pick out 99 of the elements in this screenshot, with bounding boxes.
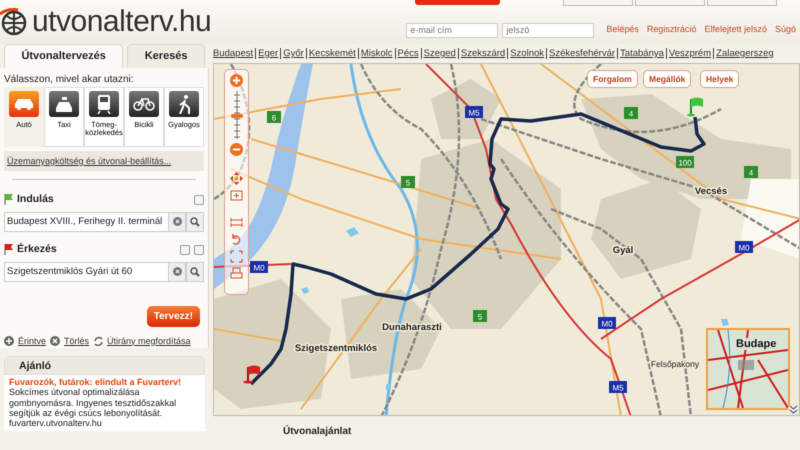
road-number-sign: 4 [744, 166, 758, 178]
collapse-button[interactable] [194, 244, 204, 255]
map-layer-button[interactable]: Helyek [700, 70, 740, 88]
site-logo[interactable]: utvonalterv.hu [32, 7, 212, 37]
address-field[interactable]: Szigetszentmiklós Gyári út 60 [4, 262, 168, 282]
city-link[interactable]: Székesfehérvár [546, 48, 618, 59]
clear-icon [172, 217, 182, 226]
fullscreen-button[interactable] [230, 250, 243, 263]
road-number-sign: M5 [465, 106, 483, 118]
action-link[interactable]: Érintve [18, 334, 46, 348]
action-link[interactable]: Törlés [64, 334, 90, 348]
road-number-sign: 6 [267, 111, 281, 123]
add-button[interactable] [180, 244, 190, 255]
walking-person-icon [178, 94, 190, 114]
city-link[interactable]: Miskolc [358, 48, 394, 59]
settings-link[interactable]: Üzemanyagköltség és útvonal-beállítás... [4, 151, 204, 171]
promo-text: Sokcímes útvonal optimalizálása gombnyomásra. Ingyenes tesztidőszakkal segítjük az évégi csúcs lebonyolítását. [9, 387, 178, 418]
slider-thumb[interactable] [230, 114, 242, 118]
city-link[interactable]: Budapest [213, 48, 256, 59]
flag-icon [687, 98, 703, 116]
city-link[interactable]: Szolnok [507, 48, 546, 59]
clear-button[interactable] [168, 262, 186, 282]
double-chevron-icon [789, 405, 798, 414]
overview-map[interactable]: Budape [706, 328, 790, 410]
header-link[interactable]: Belépés [606, 23, 639, 37]
place-label: Felsőpakony [650, 359, 700, 369]
city-link[interactable]: Eger [255, 48, 280, 59]
search-button[interactable] [186, 212, 204, 232]
clear-icon [172, 267, 182, 276]
road-number-sign: 5 [401, 176, 415, 188]
fullscreen-icon [230, 250, 243, 263]
city-link[interactable]: Kecskemét [306, 48, 358, 59]
pan-arrows-icon [230, 172, 243, 185]
city-link[interactable]: Veszprém [666, 48, 714, 59]
measure-button[interactable] [230, 216, 243, 229]
road-number-sign: M0 [598, 317, 616, 329]
road-number-sign: 4 [624, 107, 638, 119]
road-number-sign: M5 [609, 381, 627, 393]
city-link[interactable]: Győr [280, 48, 306, 59]
flag-icon [4, 194, 13, 206]
expand-button[interactable] [788, 404, 799, 415]
reverse-arrows-icon [93, 336, 104, 346]
bicycle-icon [133, 98, 155, 110]
measure-icon [230, 216, 243, 229]
zoom-in-button[interactable] [230, 74, 243, 87]
city-link[interactable]: Zalaegerszeg [713, 48, 776, 59]
map-layer-button[interactable]: Megállók [643, 70, 692, 88]
header-link[interactable]: Regisztráció [646, 23, 696, 37]
zoom-out-button[interactable] [230, 143, 243, 156]
results-heading: Útvonalajánlat [283, 426, 352, 438]
plus-icon [230, 74, 243, 87]
destination-label: Érkezés [17, 242, 57, 257]
map-layer-button[interactable]: Forgalom [587, 70, 638, 88]
flag-icon [243, 366, 260, 384]
center-icon [230, 189, 243, 202]
clear-button[interactable] [168, 212, 186, 232]
printer-button[interactable] [230, 267, 243, 280]
search-icon [190, 266, 200, 276]
origin-label: Indulás [17, 192, 54, 207]
search-button[interactable] [186, 262, 204, 282]
road-number-sign: M0 [250, 261, 268, 273]
pan-arrows-button[interactable] [230, 172, 243, 185]
address-field[interactable]: Budapest XVIII., Ferihegy II. terminál [4, 212, 168, 232]
road-number-sign: M0 [735, 241, 753, 253]
promo-headline[interactable]: Fuvarozók, futárok: elindult a Fuvarterv! [9, 377, 200, 388]
action-link[interactable]: Útirány megfordítása [107, 334, 191, 348]
city-link[interactable]: Tatabánya [617, 48, 666, 59]
place-label: Szigetszentmiklós [294, 343, 378, 354]
taxi-icon [56, 96, 72, 112]
promo-url[interactable]: fuvarterv.utvonalterv.hu [9, 418, 200, 429]
collapse-button[interactable] [194, 194, 204, 205]
city-link[interactable]: Szeged [420, 48, 458, 59]
undo-button[interactable] [230, 233, 243, 246]
train-icon [97, 94, 111, 114]
header-link[interactable]: Elfelejtett jelszó [704, 23, 767, 37]
panel-tab[interactable]: Útvonaltervezés [4, 44, 124, 68]
center-button[interactable] [230, 189, 243, 202]
plan-route-button[interactable]: Tervezz! [146, 306, 200, 326]
email-field[interactable]: e-mail cím [406, 22, 498, 38]
undo-icon [230, 233, 243, 246]
search-icon [190, 216, 200, 227]
place-label: Vecsés [694, 186, 728, 197]
printer-icon [230, 267, 243, 280]
prompt-text: Válasszon, mivel akar utazni: [4, 73, 135, 87]
flag-icon [4, 244, 13, 256]
city-link[interactable]: Szekszárd [458, 48, 508, 59]
section-title: Ajánló [4, 356, 205, 375]
place-label: Gyál [612, 245, 634, 256]
zoom-slider[interactable] [230, 91, 242, 139]
panel-tab[interactable]: Keresés [127, 44, 206, 68]
car-icon [15, 98, 33, 110]
header-link[interactable]: Súgó [774, 23, 796, 37]
road-number-sign: 5 [473, 310, 487, 322]
road-number-sign: 100 [676, 156, 694, 168]
password-field[interactable]: jelszó [502, 22, 594, 38]
city-link[interactable]: Pécs [394, 48, 421, 59]
minus-icon [230, 143, 243, 156]
globe-logo-icon [0, 8, 28, 36]
overview-label: Budape [736, 338, 776, 350]
